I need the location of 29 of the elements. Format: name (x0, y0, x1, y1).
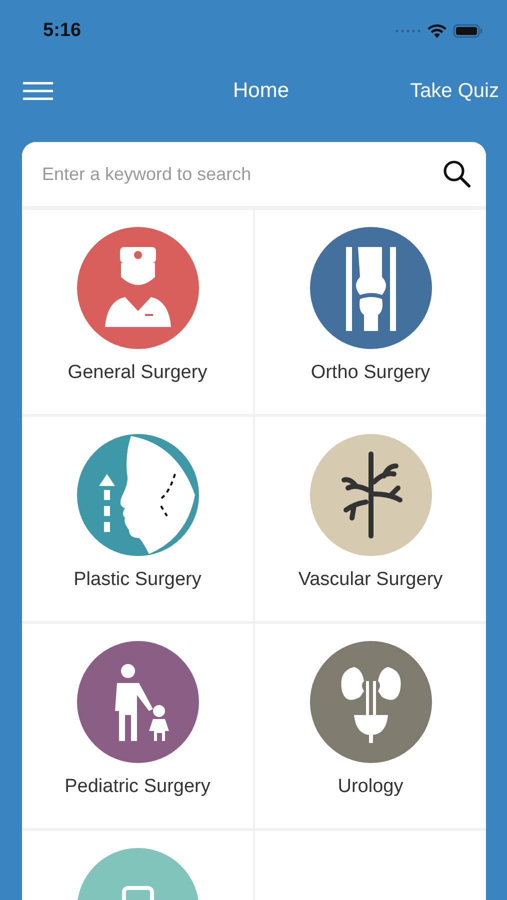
face-profile-icon (76, 434, 198, 556)
signal-dots-icon (395, 29, 421, 33)
kidney-icon (310, 641, 432, 763)
menu-icon (23, 81, 53, 101)
wifi-icon (427, 24, 447, 38)
blood-vessel-icon (310, 434, 432, 556)
knee-bone-icon (310, 227, 432, 349)
category-tile[interactable]: Plastic Surgery (22, 417, 253, 621)
category-label: Urology (338, 776, 404, 798)
category-tile[interactable]: Ortho Surgery (255, 210, 486, 414)
category-label: General Surgery (68, 362, 208, 384)
category-label: Ortho Surgery (310, 362, 430, 384)
search-bar[interactable]: Enter a keyword to search (22, 142, 486, 206)
take-quiz-button[interactable]: Take Quiz (410, 80, 499, 102)
category-label: Plastic Surgery (74, 569, 202, 591)
screen-title: Home (232, 79, 290, 103)
menu-button[interactable] (23, 81, 53, 101)
category-tile[interactable]: Urology (255, 624, 486, 828)
category-label: Pediatric Surgery (64, 776, 210, 798)
category-tile[interactable]: Pediatric Surgery (22, 624, 253, 828)
search-icon[interactable] (442, 159, 472, 189)
category-tile[interactable]: General Surgery (22, 210, 253, 414)
doctor-child-icon (76, 641, 198, 763)
category-label: Vascular Surgery (298, 569, 443, 591)
search-field[interactable]: Enter a keyword to search (42, 164, 442, 184)
category-tile[interactable]: Vascular Surgery (255, 417, 486, 621)
battery-icon (453, 24, 483, 38)
status-time: 5:16 (43, 20, 82, 42)
surgeon-icon (76, 227, 198, 349)
